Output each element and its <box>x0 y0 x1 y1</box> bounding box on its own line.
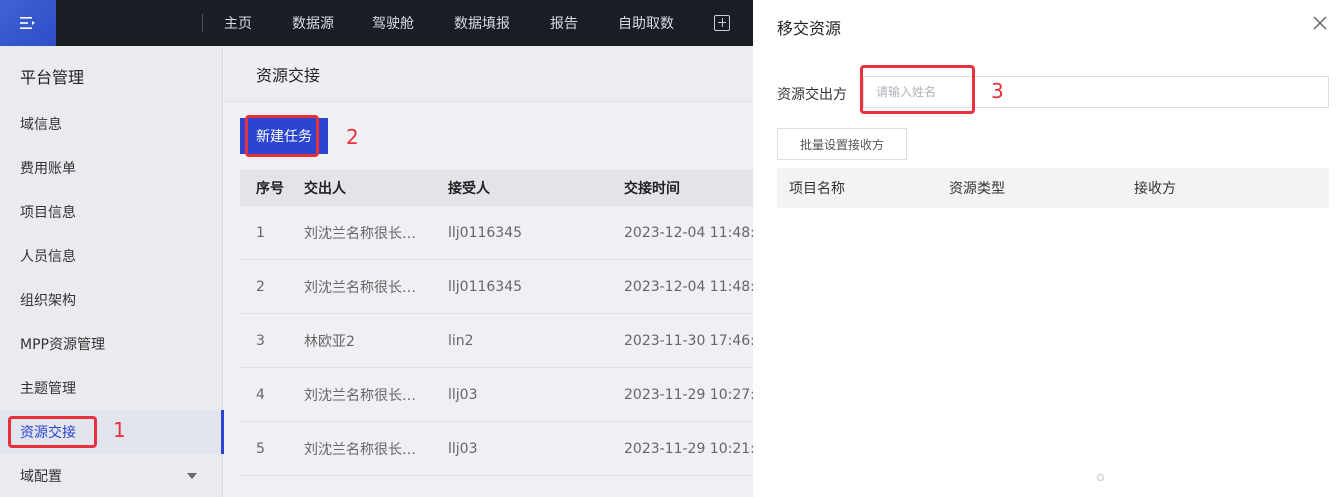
nav-item-data-fill[interactable]: 数据填报 <box>454 13 510 33</box>
sidebar-item-label: 组织架构 <box>20 293 76 309</box>
table-row[interactable]: 5 刘沈兰名称很长… llj03 2023-11-29 10:21: <box>240 422 753 476</box>
page-title: 资源交接 <box>224 46 753 102</box>
column-header-recipient: 接收方 <box>1134 181 1176 197</box>
top-navbar: 主页 数据源 驾驶舱 数据填报 报告 自助取数 <box>0 0 753 46</box>
annotation-box-2 <box>245 115 319 157</box>
cell-receiver: llj0116345 <box>448 278 523 295</box>
cell-receiver: llj0116345 <box>448 224 523 241</box>
annotation-label-3: 3 <box>991 79 1004 103</box>
table-row[interactable]: 2 刘沈兰名称很长… llj0116345 2023-12-04 11:48: <box>240 260 753 314</box>
menu-icon <box>20 17 35 29</box>
sidebar-item-label: 主题管理 <box>20 381 76 397</box>
sidebar-item-label: 域信息 <box>20 117 62 133</box>
caret-down-icon <box>187 473 197 479</box>
cell-giver: 刘沈兰名称很长… <box>304 387 416 404</box>
annotation-box-3 <box>860 65 975 114</box>
nav-item-datasource[interactable]: 数据源 <box>292 13 334 33</box>
sidebar-item-project-info[interactable]: 项目信息 <box>0 190 223 234</box>
main-content: 资源交接 新建任务 序号 交出人 接受人 交接时间 1 刘沈兰名称很长… llj… <box>224 46 753 497</box>
sidebar-item-domain-info[interactable]: 域信息 <box>0 102 223 146</box>
drawer-table-header: 项目名称 资源类型 接收方 <box>777 168 1329 208</box>
sidebar-item-domain-config[interactable]: 域配置 <box>0 454 223 497</box>
cell-time: 2023-12-04 11:48: <box>624 224 753 241</box>
menu-toggle-button[interactable] <box>0 0 56 46</box>
sidebar-item-organization[interactable]: 组织架构 <box>0 278 223 322</box>
sidebar-item-label: 域配置 <box>20 469 62 485</box>
cell-index: 4 <box>256 386 265 403</box>
cell-receiver: lin2 <box>448 332 474 349</box>
nav-item-report[interactable]: 报告 <box>550 13 578 33</box>
table-row[interactable]: 3 林欧亚2 lin2 2023-11-30 17:46: <box>240 314 753 368</box>
table-row[interactable]: 4 刘沈兰名称很长… llj03 2023-11-29 10:27: <box>240 368 753 422</box>
cell-receiver: llj03 <box>448 440 478 457</box>
annotation-label-1: 1 <box>113 418 126 442</box>
sidebar-item-label: 项目信息 <box>20 205 76 221</box>
table-row[interactable]: 1 刘沈兰名称很长… llj0116345 2023-12-04 11:48: <box>240 206 753 260</box>
column-header-project-name: 项目名称 <box>789 181 845 197</box>
cell-receiver: llj03 <box>448 386 478 403</box>
close-icon[interactable] <box>1313 16 1327 30</box>
table-header: 序号 交出人 接受人 交接时间 <box>240 170 753 206</box>
sidebar-title: 平台管理 <box>20 68 85 87</box>
annotation-label-2: 2 <box>346 125 359 149</box>
cell-time: 2023-11-30 17:46: <box>624 332 753 349</box>
column-header-receiver: 接受人 <box>448 181 490 197</box>
giver-field-label: 资源交出方 <box>777 87 847 103</box>
cell-giver: 刘沈兰名称很长… <box>304 279 416 296</box>
sidebar-item-label: MPP资源管理 <box>20 337 105 353</box>
cell-giver: 林欧亚2 <box>304 333 355 350</box>
cell-index: 1 <box>256 224 265 241</box>
nav-item-home[interactable]: 主页 <box>224 13 252 33</box>
cell-time: 2023-11-29 10:21: <box>624 440 753 457</box>
nav-menu: 主页 数据源 驾驶舱 数据填报 报告 自助取数 <box>224 13 730 33</box>
column-header-time: 交接时间 <box>624 181 680 197</box>
drawer-title: 移交资源 <box>777 19 842 38</box>
nav-item-self-service[interactable]: 自助取数 <box>618 13 674 33</box>
sidebar-item-label: 人员信息 <box>20 249 76 265</box>
cell-giver: 刘沈兰名称很长… <box>304 441 416 458</box>
column-header-index: 序号 <box>256 181 284 197</box>
add-panel-icon[interactable] <box>714 15 730 31</box>
handover-table: 序号 交出人 接受人 交接时间 1 刘沈兰名称很长… llj0116345 20… <box>240 170 753 476</box>
annotation-box-1 <box>8 416 97 448</box>
cell-index: 2 <box>256 278 265 295</box>
column-header-giver: 交出人 <box>304 181 346 197</box>
column-header-resource-type: 资源类型 <box>949 181 1005 197</box>
sidebar-item-themes[interactable]: 主题管理 <box>0 366 223 410</box>
nav-divider <box>202 14 203 32</box>
transfer-resource-drawer: 移交资源 资源交出方 批量设置接收方 项目名称 资源类型 接收方 <box>753 0 1343 497</box>
loading-spinner-icon <box>1097 474 1104 481</box>
cell-giver: 刘沈兰名称很长… <box>304 225 416 242</box>
cell-time: 2023-12-04 11:48: <box>624 278 753 295</box>
cell-index: 3 <box>256 332 265 349</box>
cell-time: 2023-11-29 10:27: <box>624 386 753 403</box>
nav-item-cockpit[interactable]: 驾驶舱 <box>372 13 414 33</box>
sidebar-item-mpp-resources[interactable]: MPP资源管理 <box>0 322 223 366</box>
cell-index: 5 <box>256 440 265 457</box>
batch-set-receiver-button[interactable]: 批量设置接收方 <box>777 128 907 160</box>
sidebar-item-personnel[interactable]: 人员信息 <box>0 234 223 278</box>
sidebar-item-billing[interactable]: 费用账单 <box>0 146 223 190</box>
sidebar-item-label: 费用账单 <box>20 161 76 177</box>
